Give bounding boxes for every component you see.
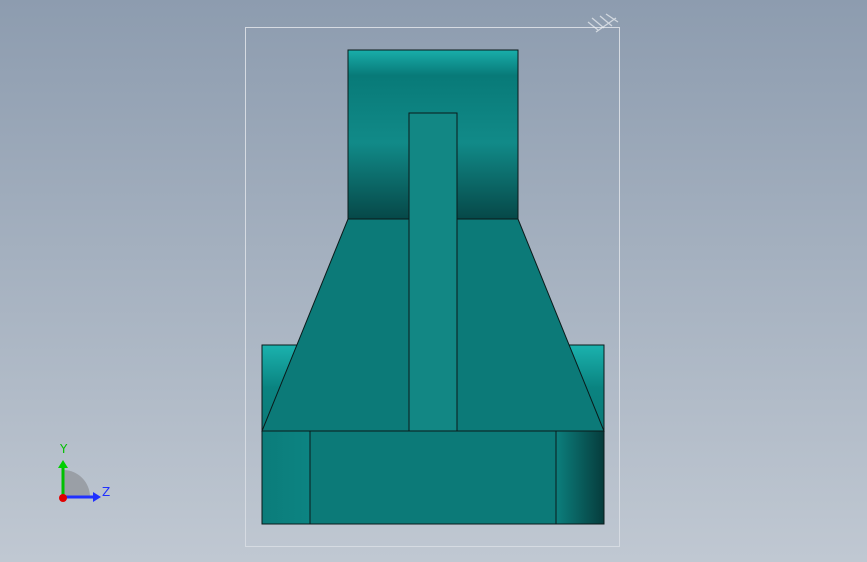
graphics-viewport[interactable]: Y Z (0, 0, 867, 562)
z-axis-label: Z (102, 485, 111, 499)
base-plate-face (261, 430, 605, 525)
part-model-front-view[interactable] (0, 0, 867, 562)
x-axis-origin-icon (59, 494, 67, 502)
base-left-end-face (261, 430, 311, 525)
view-orientation-triad[interactable]: Y Z (50, 440, 120, 510)
z-axis-arrow-icon (93, 492, 101, 502)
watermark-icon (587, 13, 619, 33)
base-right-end-face (555, 430, 605, 525)
center-rib-face (408, 112, 458, 432)
y-axis-arrow-icon (58, 460, 68, 468)
triad-plane-icon (63, 470, 90, 497)
y-axis-label: Y (60, 442, 68, 456)
